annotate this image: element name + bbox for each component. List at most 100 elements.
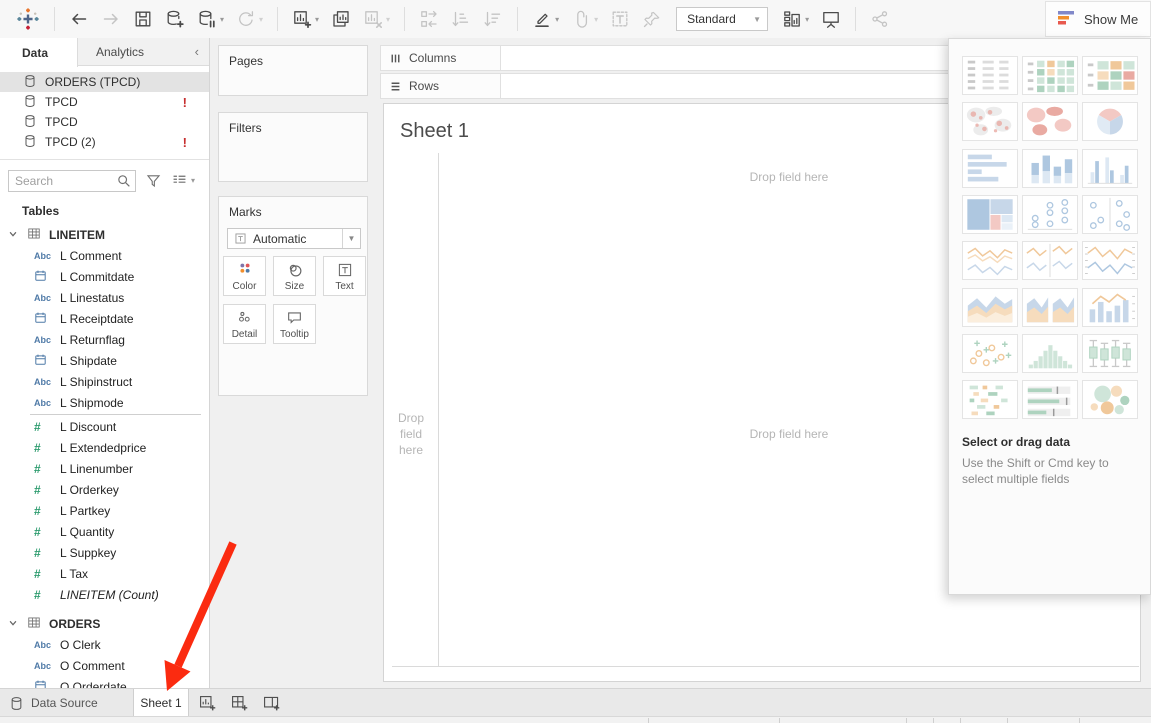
share-button[interactable] [864,3,896,35]
table-group-orders[interactable]: ORDERS [0,613,209,634]
tooltip-button[interactable]: Tooltip [273,304,316,344]
field-item[interactable]: AbcO Comment [0,655,209,676]
show-me-thumb-scatter-plot[interactable] [962,334,1018,373]
presentation-mode-button[interactable] [815,3,847,35]
mark-type-dropdown[interactable]: Automatic ▼ [227,228,361,249]
color-button[interactable]: Color [223,256,266,296]
show-me-thumb-box-and-whisker[interactable] [1082,334,1138,373]
dropdown-caret-icon[interactable]: ▾ [555,15,559,24]
show-me-thumb-discrete-lines[interactable] [1022,241,1078,280]
size-button[interactable]: Size [273,256,316,296]
show-me-button[interactable]: Show Me [1045,1,1151,37]
duplicate-button[interactable] [325,3,357,35]
new-dashboard-tab-button[interactable] [224,689,254,717]
tab-sheet-1[interactable]: Sheet 1 [133,689,189,717]
field-item[interactable]: #L Linenumber [0,458,209,479]
show-me-thumb-circle-views[interactable] [1022,195,1078,234]
filter-fields-icon[interactable] [145,172,162,189]
field-item[interactable]: #L Discount [0,416,209,437]
dropdown-caret-icon[interactable]: ▾ [220,15,224,24]
pages-card[interactable]: Pages [218,45,368,96]
show-me-thumb-dual-lines[interactable] [1082,241,1138,280]
show-me-thumb-packed-bubbles[interactable] [1082,380,1138,419]
field-item[interactable]: #L Quantity [0,521,209,542]
run-update-button[interactable]: ▾ [230,3,269,35]
show-me-thumb-continuous-lines[interactable] [962,241,1018,280]
show-me-thumb-discrete-area[interactable] [1022,288,1078,327]
pause-auto-updates-button[interactable]: ▾ [191,3,230,35]
new-worksheet-button[interactable]: ▾ [286,3,325,35]
show-me-thumb-highlight-table[interactable] [1022,56,1078,95]
show-me-thumb-filled-map[interactable] [1022,102,1078,141]
dropdown-caret-icon[interactable]: ▾ [315,15,319,24]
swap-rows-columns-button[interactable] [413,3,445,35]
datasource-item[interactable]: ORDERS (TPCD) [0,72,209,92]
show-me-thumb-treemap[interactable] [962,195,1018,234]
datasource-item[interactable]: TPCD [0,112,209,132]
show-me-thumb-side-by-side-circles[interactable] [1082,195,1138,234]
field-item[interactable]: #L Extendedprice [0,437,209,458]
new-worksheet-tab-button[interactable] [192,689,222,717]
field-item[interactable]: L Commitdate [0,266,209,287]
show-me-thumb-symbol-map[interactable] [962,102,1018,141]
dropdown-caret-icon[interactable]: ▾ [805,15,809,24]
field-item[interactable]: #L Partkey [0,500,209,521]
field-item[interactable]: O Orderdate [0,676,209,688]
show-me-thumb-bullet-graph[interactable] [1022,380,1078,419]
show-me-thumb-side-by-side-bars[interactable] [1082,149,1138,188]
new-story-tab-button[interactable] [256,689,286,717]
tab-data-source[interactable]: Data Source [0,689,126,717]
drop-zone-rows[interactable]: Dropfieldhere [384,410,438,458]
view-options-caret-icon[interactable]: ▾ [191,176,195,185]
field-item[interactable]: L Receiptdate [0,308,209,329]
table-group-lineitem[interactable]: LINEITEM [0,224,209,245]
field-item[interactable]: #LINEITEM (Count) [0,584,209,605]
add-data-source-button[interactable] [159,3,191,35]
save-button[interactable] [127,3,159,35]
chevron-down-icon[interactable] [8,617,18,631]
filters-card[interactable]: Filters [218,112,368,182]
detail-button[interactable]: Detail [223,304,266,344]
field-item[interactable]: AbcL Linestatus [0,287,209,308]
forward-button[interactable] [95,3,127,35]
show-me-thumb-dual-combination[interactable] [1082,288,1138,327]
dropdown-caret-icon[interactable]: ▾ [386,15,390,24]
group-members-button[interactable]: ▾ [565,3,604,35]
fit-selector[interactable]: Standard▼ [676,7,768,31]
back-button[interactable] [63,3,95,35]
show-me-thumb-pie-chart[interactable] [1082,102,1138,141]
show-me-thumb-gantt[interactable] [962,380,1018,419]
show-hide-cards-button[interactable]: ▾ [776,3,815,35]
field-item[interactable]: #L Suppkey [0,542,209,563]
clear-sheet-button[interactable]: ▾ [357,3,396,35]
show-me-thumb-continuous-area[interactable] [962,288,1018,327]
dropdown-caret-icon[interactable]: ▾ [259,15,263,24]
sort-descending-button[interactable] [477,3,509,35]
field-item[interactable]: AbcL Returnflag [0,329,209,350]
view-options-icon[interactable] [171,172,188,189]
dropdown-caret-icon[interactable]: ▾ [594,15,598,24]
field-item[interactable]: #L Orderkey [0,479,209,500]
field-item[interactable]: AbcL Comment [0,245,209,266]
chevron-down-icon[interactable] [8,228,18,242]
show-me-thumb-histogram[interactable] [1022,334,1078,373]
show-mark-labels-button[interactable] [604,3,636,35]
text-button[interactable]: Text [323,256,366,296]
highlight-button[interactable]: ▾ [526,3,565,35]
datasource-item[interactable]: TPCD (2)! [0,132,209,152]
sort-ascending-button[interactable] [445,3,477,35]
show-me-thumb-heat-map[interactable] [1082,56,1138,95]
field-item[interactable]: L Shipdate [0,350,209,371]
search-input[interactable] [9,174,116,188]
field-item[interactable]: AbcO Clerk [0,634,209,655]
show-me-thumb-horizontal-bars[interactable] [962,149,1018,188]
tab-data[interactable]: Data [0,38,78,67]
fix-axes-button[interactable] [636,3,668,35]
field-item[interactable]: AbcL Shipinstruct [0,371,209,392]
show-me-thumb-stacked-bars[interactable] [1022,149,1078,188]
show-me-thumb-text-table[interactable] [962,56,1018,95]
collapse-pane-icon[interactable]: ‹ [182,38,209,65]
tab-analytics[interactable]: Analytics [78,38,182,65]
field-item[interactable]: AbcL Shipmode [0,392,209,413]
datasource-item[interactable]: TPCD! [0,92,209,112]
